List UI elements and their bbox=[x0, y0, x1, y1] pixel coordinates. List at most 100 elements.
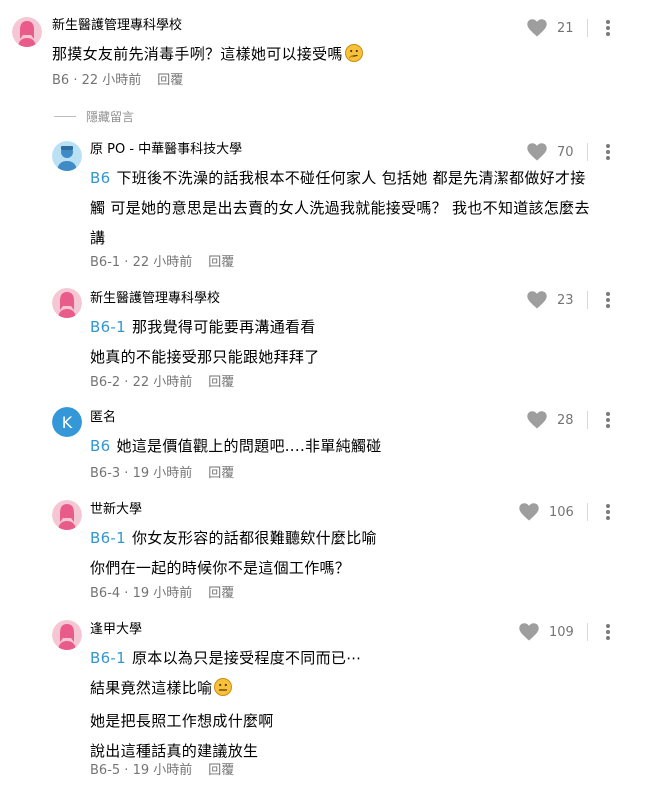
more-options-icon[interactable] bbox=[602, 142, 614, 162]
floor-number: B6-5 bbox=[90, 763, 121, 778]
like-button[interactable]: 28 bbox=[527, 411, 577, 429]
comment-text: 她這是價值觀上的問題吧....非單純觸碰 bbox=[116, 437, 382, 455]
hidden-replies-label: 隱藏留言 bbox=[86, 110, 135, 124]
more-options-icon[interactable] bbox=[602, 410, 614, 430]
reply-button[interactable]: 回覆 bbox=[157, 73, 183, 88]
reply-to-floor-link[interactable]: B6-1 bbox=[90, 318, 126, 336]
like-button[interactable]: 21 bbox=[527, 19, 577, 37]
comment-text: 那摸女友前先消毒手咧？這樣她可以接受嗎 bbox=[52, 45, 343, 63]
female-avatar-icon[interactable] bbox=[52, 288, 82, 318]
floor-number: B6-2 bbox=[90, 375, 121, 390]
neutral-face-icon bbox=[214, 676, 233, 706]
action-divider bbox=[587, 623, 588, 641]
reply-button[interactable]: 回覆 bbox=[208, 763, 234, 778]
like-count: 109 bbox=[549, 624, 574, 640]
meta-separator: · bbox=[120, 466, 133, 481]
heart-icon bbox=[527, 19, 547, 37]
comment-author[interactable]: 新生醫護管理專科學校 bbox=[52, 17, 182, 35]
timestamp: 19 小時前 bbox=[132, 586, 193, 601]
timestamp: 22 小時前 bbox=[81, 73, 142, 88]
comment-line: B6-1 你女友形容的話都很難聽欸什麼比喻 bbox=[90, 523, 377, 553]
comment-line: B6 她這是價值觀上的問題吧....非單純觸碰 bbox=[90, 431, 382, 461]
comment-body: B6-1 你女友形容的話都很難聽欸什麼比喻 你們在一起的時候你不是這個工作嗎？ bbox=[90, 523, 377, 583]
reply-button[interactable]: 回覆 bbox=[208, 375, 234, 390]
action-divider bbox=[587, 291, 588, 309]
floor-number: B6-3 bbox=[90, 466, 121, 481]
hidden-replies-toggle[interactable]: 隱藏留言 bbox=[54, 108, 134, 125]
like-count: 21 bbox=[557, 20, 574, 36]
like-button[interactable]: 70 bbox=[527, 143, 577, 161]
comment-meta: B6-3 · 19 小時前 回覆 bbox=[90, 465, 234, 483]
toggle-line bbox=[54, 116, 76, 117]
female-avatar-icon[interactable] bbox=[52, 500, 82, 530]
comment-body: B6-1 原本以為只是接受程度不同而已⋯ 結果竟然這樣比喻 她是把長照工作想成什麼… bbox=[90, 643, 362, 766]
floor-number: B6-1 bbox=[90, 255, 121, 270]
timestamp: 19 小時前 bbox=[132, 763, 193, 778]
comment-line: 結果竟然這樣比喻 bbox=[90, 673, 362, 706]
female-avatar-icon[interactable] bbox=[12, 17, 42, 47]
reply-button[interactable]: 回覆 bbox=[208, 466, 234, 481]
comment-text: 她真的不能接受那只能跟她拜拜了 bbox=[90, 348, 320, 366]
comment-line: B6-1 原本以為只是接受程度不同而已⋯ bbox=[90, 643, 362, 673]
thinking-face-icon bbox=[344, 42, 363, 72]
comment-author[interactable]: 原 PO - 中華醫事科技大學 bbox=[90, 141, 242, 159]
anonymous-k-avatar[interactable]: K bbox=[52, 407, 82, 437]
like-button[interactable]: 109 bbox=[519, 623, 574, 641]
op-avatar-icon[interactable] bbox=[52, 141, 82, 171]
timestamp: 19 小時前 bbox=[132, 466, 193, 481]
comment-body: B6 她這是價值觀上的問題吧....非單純觸碰 bbox=[90, 431, 382, 461]
like-count: 106 bbox=[549, 504, 574, 520]
action-divider bbox=[587, 143, 588, 161]
floor-number: B6-4 bbox=[90, 586, 121, 601]
heart-icon bbox=[527, 411, 547, 429]
timestamp: 22 小時前 bbox=[132, 255, 193, 270]
comment-text: 結果竟然這樣比喻 bbox=[90, 679, 213, 697]
comment-meta: B6-5 · 19 小時前 回覆 bbox=[90, 762, 234, 780]
comment-author[interactable]: 匿名 bbox=[90, 409, 116, 427]
meta-separator: · bbox=[69, 73, 82, 88]
reply-button[interactable]: 回覆 bbox=[208, 586, 234, 601]
comment-author[interactable]: 新生醫護管理專科學校 bbox=[90, 290, 220, 308]
action-divider bbox=[587, 19, 588, 37]
like-count: 70 bbox=[557, 144, 574, 160]
reply-to-floor-link[interactable]: B6 bbox=[90, 169, 110, 187]
comment-text: 她是把長照工作想成什麼啊 bbox=[90, 712, 274, 730]
comment-line: 那摸女友前先消毒手咧？這樣她可以接受嗎 bbox=[52, 39, 363, 72]
comment-author[interactable]: 世新大學 bbox=[90, 501, 142, 519]
comment-text: 你女友形容的話都很難聽欸什麼比喻 bbox=[132, 529, 377, 547]
comment-text: 那我覺得可能要再溝通看看 bbox=[132, 318, 316, 336]
heart-icon bbox=[527, 143, 547, 161]
comment-line: B6-1 那我覺得可能要再溝通看看 bbox=[90, 312, 320, 342]
heart-icon bbox=[527, 291, 547, 309]
comment-meta: B6-1 · 22 小時前 回覆 bbox=[90, 254, 234, 272]
comment-body: 那摸女友前先消毒手咧？這樣她可以接受嗎 bbox=[52, 39, 363, 72]
more-options-icon[interactable] bbox=[602, 622, 614, 642]
reply-to-floor-link[interactable]: B6-1 bbox=[90, 529, 126, 547]
action-divider bbox=[587, 411, 588, 429]
like-button[interactable]: 106 bbox=[519, 503, 574, 521]
comment-meta: B6-2 · 22 小時前 回覆 bbox=[90, 374, 234, 392]
comment-author[interactable]: 逢甲大學 bbox=[90, 621, 142, 639]
comment-text: 你們在一起的時候你不是這個工作嗎？ bbox=[90, 559, 351, 577]
meta-separator: · bbox=[120, 763, 133, 778]
heart-icon bbox=[519, 623, 539, 641]
comment-body: B6 下班後不洗澡的話我根本不碰任何家人 包括她 都是先清潔都做好才接 觸 可是她… bbox=[90, 163, 590, 253]
more-options-icon[interactable] bbox=[602, 290, 614, 310]
reply-button[interactable]: 回覆 bbox=[208, 255, 234, 270]
comment-line: B6 下班後不洗澡的話我根本不碰任何家人 包括她 都是先清潔都做好才接 bbox=[90, 163, 590, 193]
comment-body: B6-1 那我覺得可能要再溝通看看 她真的不能接受那只能跟她拜拜了 bbox=[90, 312, 320, 372]
reply-to-floor-link[interactable]: B6 bbox=[90, 437, 110, 455]
female-avatar-icon[interactable] bbox=[52, 620, 82, 650]
comment-text: 講 bbox=[90, 229, 106, 247]
comment-text: 觸 可是她的意思是出去賣的女人洗過我就能接受嗎？ 我也不知道該怎麼去 bbox=[90, 199, 590, 217]
action-divider bbox=[587, 503, 588, 521]
meta-separator: · bbox=[120, 586, 133, 601]
more-options-icon[interactable] bbox=[602, 502, 614, 522]
comment-meta: B6-4 · 19 小時前 回覆 bbox=[90, 585, 234, 603]
reply-to-floor-link[interactable]: B6-1 bbox=[90, 649, 126, 667]
like-button[interactable]: 23 bbox=[527, 291, 577, 309]
like-count: 28 bbox=[557, 412, 574, 428]
more-options-icon[interactable] bbox=[602, 18, 614, 38]
comment-text: 原本以為只是接受程度不同而已⋯ bbox=[132, 649, 362, 667]
meta-separator: · bbox=[120, 255, 133, 270]
